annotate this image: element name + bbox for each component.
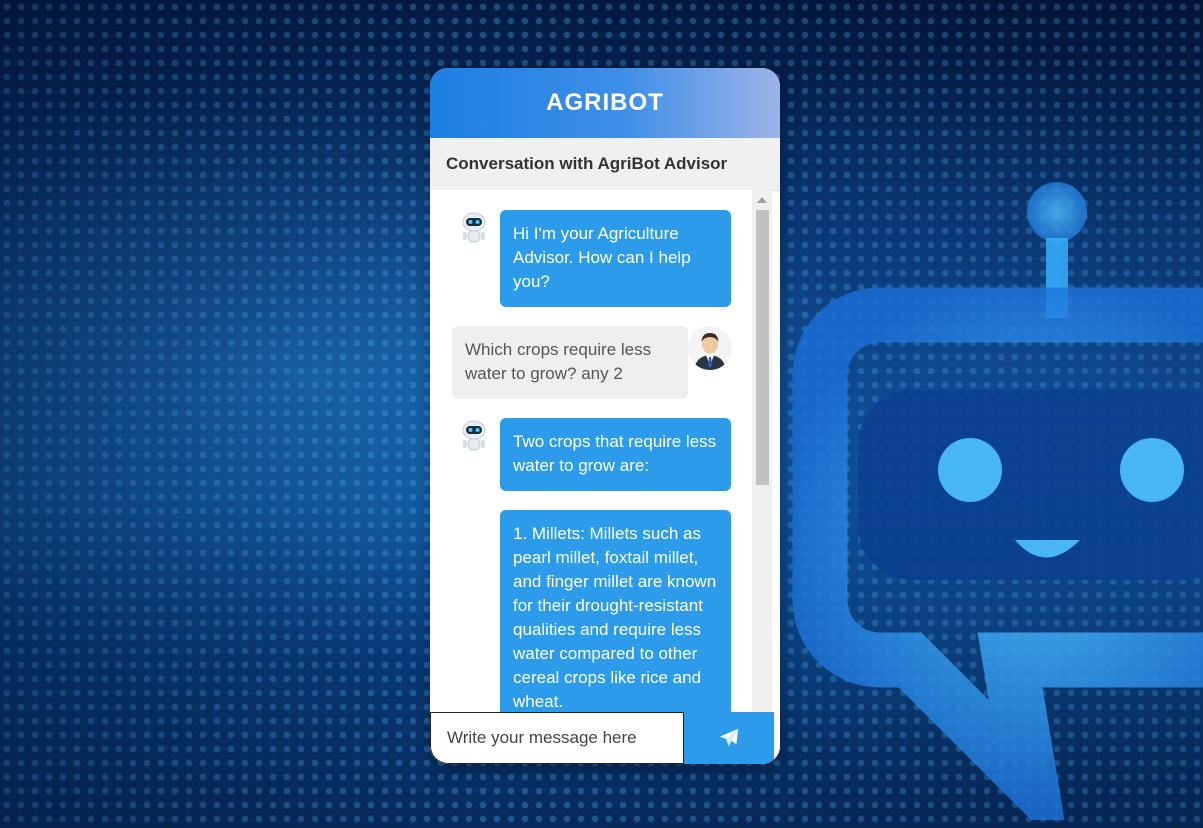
robot-avatar-icon [458,210,498,250]
message-composer [430,712,780,764]
chat-header: AGRIBOT [430,68,780,138]
send-button[interactable] [684,712,774,764]
vertical-scrollbar[interactable] [752,190,772,764]
app-title: AGRIBOT [546,89,664,116]
conversation-header: Conversation with AgriBot Advisor [430,138,780,191]
chat-body: Hi I'm your Agriculture Advisor. How can… [430,190,780,764]
scroll-up-arrow-icon[interactable] [757,197,767,203]
robot-avatar-icon [458,418,498,458]
message-input[interactable] [430,712,684,764]
chat-widget: AGRIBOT Conversation with AgriBot Adviso… [430,68,780,764]
scrollbar-thumb[interactable] [756,210,769,485]
message-bubble: Hi I'm your Agriculture Advisor. How can… [500,210,731,307]
user-avatar-icon [688,326,732,370]
conversation-title: Conversation with AgriBot Advisor [446,154,728,173]
composer-edge [774,712,780,764]
paper-plane-icon [719,728,739,747]
message-bubble: Two crops that require less water to gro… [500,418,731,491]
message-list[interactable]: Hi I'm your Agriculture Advisor. How can… [430,190,752,764]
message-bubble: Which crops require less water to grow? … [452,326,688,399]
robot-chat-background-icon [792,182,1203,820]
